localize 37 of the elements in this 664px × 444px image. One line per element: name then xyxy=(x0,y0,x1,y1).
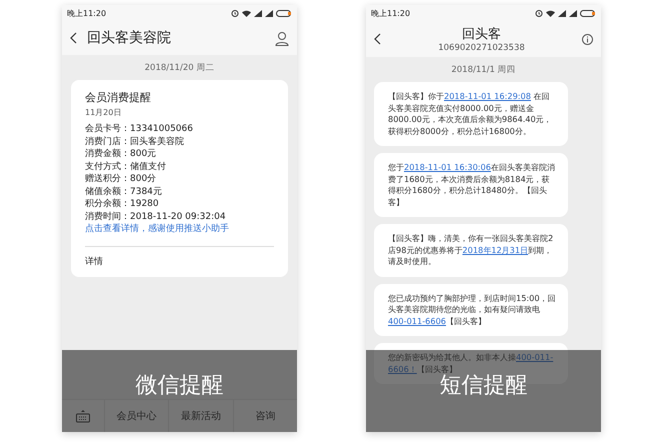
menu-button[interactable]: 最新活动 xyxy=(168,400,233,432)
alarm-icon xyxy=(231,9,239,17)
details-link[interactable]: 点击查看详情，感谢使用推送小助手 xyxy=(85,223,274,236)
message-bubble: 您已成功预约了胸部护理，到店时间15:00，回头客美容院期待您的光临，如有疑问请致电 400-011-6606【回头客】 xyxy=(374,284,568,336)
details-label[interactable]: 详情 xyxy=(85,254,274,268)
status-time: 晚上11:20 xyxy=(67,8,106,18)
message-card[interactable]: 会员消费提醒 11月20日 会员卡号：13341005066 消费门店：回头客美容院 消费金额：800元 支付方式：储值支付 赠送积分：800分 储值余额：7384元 积分余额：19280 消费时间：2018-11-20 09:32:04 点击查看详情，感谢使用推送小助手 详情 xyxy=(71,80,288,276)
card-title: 会员消费提醒 xyxy=(85,90,152,105)
message-bubble: 【回头客】你于2018-11-01 16:29:08 在回头客美容院充值实付8000.00元，赠送金8000.00元，本次充值后余额为9864.40元，获得积分8000分，积分总计16800分。 xyxy=(374,82,568,146)
back-icon[interactable] xyxy=(70,32,77,44)
wifi-icon xyxy=(546,10,555,16)
back-icon[interactable] xyxy=(374,33,381,45)
menu-button[interactable]: 咨询 xyxy=(232,400,297,432)
battery-icon xyxy=(276,10,292,16)
sender-number: 1069020271023538 xyxy=(438,43,525,53)
card-field: 储值余额：7384元 xyxy=(85,186,274,198)
card-field: 消费门店：回头客美容院 xyxy=(85,136,274,148)
menu-button[interactable]: 会员中心 xyxy=(104,400,168,432)
card-field: 积分余额：19280 xyxy=(85,198,274,210)
card-field: 会员卡号：13341005066 xyxy=(85,123,274,136)
wifi-icon xyxy=(242,10,251,16)
card-field: 赠送积分：800分 xyxy=(85,173,274,186)
message-bubble: 【回头客】嗨，清美，你有一张回头客美容院2店98元的优惠券将于2018年12月31日到期，请及时使用。 xyxy=(374,224,568,276)
date-label: 2018/11/1 周四 xyxy=(450,64,517,76)
sender-name: 回头客 xyxy=(462,26,501,43)
info-icon[interactable] xyxy=(582,34,593,44)
person-icon[interactable] xyxy=(275,30,289,46)
date-label: 2018/11/20 周二 xyxy=(144,62,216,74)
card-field: 消费金额：800元 xyxy=(85,148,274,160)
card-field: 支付方式：储值支付 xyxy=(85,160,274,173)
chat-title: 回头客美容院 xyxy=(87,29,172,47)
status-time: 晚上11:20 xyxy=(371,8,410,18)
card-date: 11月20日 xyxy=(85,107,122,118)
message-bubble: 您于2018-11-01 16:30:06在回头客美容院消费了1680元，本次消费后余额为8184元，获得积分1680分，积分总计18480分。【回头客】 xyxy=(374,153,568,217)
alarm-icon xyxy=(535,9,543,17)
card-field: 消费时间：2018-11-20 09:32:04 xyxy=(85,210,274,223)
battery-icon xyxy=(580,10,596,16)
